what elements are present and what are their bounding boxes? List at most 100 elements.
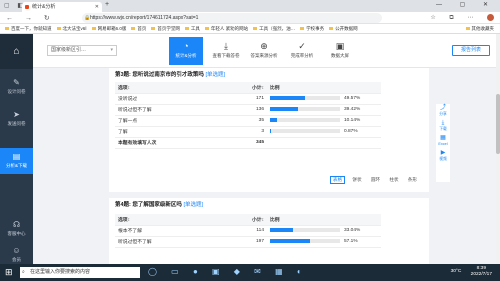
target-icon: ⊕	[260, 41, 268, 51]
lock-icon: 🔒	[84, 15, 91, 21]
app-sidebar: ⌂ ✎ 设计问卷 ➤ 发送问卷 ▤ 分析&下载 ☊ 客服中心 ☺ 会员	[0, 34, 33, 264]
browser-actions[interactable]: ☆ ⧉ ⋯	[430, 14, 494, 22]
pencil-icon: ✎	[13, 78, 20, 87]
chevron-down-icon: ▾	[110, 47, 113, 53]
option-percent: 57.1%	[344, 239, 358, 245]
option-count: 35	[245, 115, 267, 127]
excel-icon: ▦	[440, 135, 446, 141]
url-text: https://www.wjx.cn/report/174611724.aspx…	[90, 15, 199, 21]
option-label: 听说过但不了解	[115, 104, 245, 116]
bookmark-item[interactable]: 学校事务	[300, 24, 324, 33]
option-label: 了解	[115, 126, 245, 138]
percentage-bar-fill	[270, 117, 278, 122]
table-total-row: 本题有效填写人次 345	[115, 137, 381, 149]
sidebar-item-analysis[interactable]: ▤ 分析&下载	[0, 148, 33, 174]
percentage-bar-fill	[270, 106, 298, 111]
taskbar: ⊞ ⌕ 在这里输入你要搜索的内容 ◯ ▭ ● ▣ ◆ ✉ ▦ ◐ 30°C 8:…	[0, 264, 500, 281]
bookmark-item[interactable]: 首页学堂网	[151, 24, 180, 33]
weather-temp[interactable]: 30°C	[451, 269, 462, 274]
floating-toolbar: ⤴ 分享 ⤓ 下载 ▦ Excel ▶ 视频	[436, 104, 450, 182]
tool-source-analysis[interactable]: ⊕ 答案来源分析	[247, 37, 281, 65]
table-row: 了解 3 0.87%	[115, 126, 381, 138]
question-card-3: 第3题: 您听说过南京市的引才政策吗 [单选题] 选项↕ 小计↕ 比例 没听说过…	[109, 68, 429, 192]
nav-buttons[interactable]: ← → ↻	[6, 14, 55, 22]
new-tab-icon[interactable]: +	[105, 1, 109, 8]
option-count: 136	[245, 104, 267, 116]
clock[interactable]: 8:39 2022/7/17	[471, 266, 492, 278]
browser-tab-title: 统计&分析	[32, 4, 56, 10]
option-percent: 10.14%	[344, 118, 361, 124]
share-button[interactable]: ⤴ 分享	[436, 104, 450, 119]
view-table-button[interactable]: 表格	[329, 176, 346, 184]
avatar[interactable]	[487, 14, 494, 21]
chart-view-switcher: 表格 饼状 圆环 柱状 条形	[326, 176, 419, 184]
home-icon[interactable]: ⌂	[0, 34, 33, 69]
scrollbar-thumb[interactable]	[496, 94, 500, 154]
analysis-toolbar: 国家级新区引… ▾ ◔ 统计&分析 ⤓ 查看下载答卷 ⊕ 答案来源分析 ✓ 完成…	[33, 34, 500, 68]
result-table: 选项↕ 小计↕ 比例 没听说过 171 49.57% 听说过但不了解 136 39.42%…	[115, 82, 381, 149]
percentage-bar	[270, 117, 340, 122]
sidebar-item-send[interactable]: ➤ 发送问卷	[0, 106, 33, 132]
table-header: 选项↕ 小计↕ 比例	[115, 214, 381, 226]
main-content: 第3题: 您听说过南京市的引才政策吗 [单选题] 选项↕ 小计↕ 比例 没听说过…	[33, 68, 433, 264]
tool-download-answers[interactable]: ⤓ 查看下载答卷	[209, 37, 243, 65]
send-icon: ➤	[13, 110, 20, 119]
site-favicon-icon	[25, 5, 29, 9]
table-header: 选项↕ 小计↕ 比例	[115, 82, 381, 94]
option-count: 197	[245, 236, 267, 248]
excel-button[interactable]: ▦ Excel	[436, 134, 450, 149]
other-bookmarks-folder[interactable]: 其他收藏夹	[466, 24, 495, 33]
bookmark-item[interactable]: 网易邮箱6.0版	[92, 24, 127, 33]
download-icon: ⤓	[224, 41, 228, 51]
report-list-button[interactable]: 报告列表	[452, 45, 490, 56]
download-button[interactable]: ⤓ 下载	[436, 119, 450, 134]
survey-select[interactable]: 国家级新区引… ▾	[47, 45, 117, 56]
tool-statistics[interactable]: ◔ 统计&分析	[169, 37, 203, 65]
search-icon: ⌕	[22, 269, 25, 275]
browser-tab[interactable]: 统计&分析 ✕	[22, 2, 102, 12]
video-button[interactable]: ▶ 视频	[436, 149, 450, 164]
bookmark-item[interactable]: 首页	[131, 24, 146, 33]
system-tray: 30°C 8:39 2022/7/17	[451, 266, 492, 278]
bookmark-item[interactable]: 工具（强烈，油…	[253, 24, 295, 33]
check-icon: ✓	[298, 41, 306, 51]
question-card-4: 第4题: 您了解国家级新区吗 [单选题] 选项↕ 小计↕ 比例 根本不了解 114…	[109, 198, 429, 264]
bookmarks-bar: 百度一下，你就知道 北大法宝v6Ⅰ 网易邮箱6.0版 首页 首页学堂网 工具 年轻人 紧劝的…	[0, 24, 500, 34]
option-percent: 39.42%	[344, 107, 361, 113]
percentage-bar	[270, 95, 340, 100]
view-pie-button[interactable]: 饼状	[350, 177, 363, 183]
percentage-bar	[270, 238, 340, 243]
taskbar-search-input[interactable]: ⌕ 在这里输入你要搜索的内容	[20, 267, 140, 278]
bookmark-item[interactable]: 年轻人 紧劝的网站	[205, 24, 248, 33]
sidebar-item-design[interactable]: ✎ 设计问卷	[0, 74, 33, 100]
bookmark-item[interactable]: 北大法宝v6Ⅰ	[57, 24, 87, 33]
view-bar-button[interactable]: 条形	[406, 177, 419, 183]
windows-start-icon[interactable]: ⊞	[5, 267, 13, 278]
sidebar-item-support[interactable]: ☊ 客服中心	[0, 216, 33, 242]
question-title: 第4题: 您了解国家级新区吗 [单选题]	[115, 202, 204, 208]
percentage-bar	[270, 128, 340, 133]
user-icon: ☺	[12, 246, 21, 255]
option-label: 听说过但不了解	[115, 236, 245, 248]
percentage-bar	[270, 227, 340, 232]
bookmark-item[interactable]: 公开数据网	[329, 24, 358, 33]
tool-completion-rate[interactable]: ✓ 完成率分析	[285, 37, 319, 65]
option-percent: 33.04%	[344, 228, 361, 234]
bookmark-item[interactable]: 百度一下，你就知道	[5, 24, 52, 33]
pie-chart-icon: ◔	[183, 41, 189, 51]
url-field[interactable]: 🔒 https://www.wjx.cn/report/174611724.as…	[82, 13, 382, 23]
percentage-bar-fill	[270, 227, 294, 232]
view-ring-button[interactable]: 圆环	[369, 177, 382, 183]
chart-icon: ▤	[12, 152, 21, 161]
percentage-bar-fill	[270, 95, 305, 100]
window-controls[interactable]: — ▢ ✕	[436, 1, 496, 8]
tool-dashboard[interactable]: ▣ 数据大屏	[323, 37, 357, 65]
taskbar-apps[interactable]: ◯ ▭ ● ▣ ◆ ✉ ▦ ◐	[148, 267, 308, 276]
close-tab-icon[interactable]: ✕	[95, 2, 99, 12]
table-row: 了解一点 35 10.14%	[115, 115, 381, 127]
view-column-button[interactable]: 柱状	[387, 177, 400, 183]
address-bar-row: ← → ↻ 🔒 https://www.wjx.cn/report/174611…	[0, 12, 500, 24]
bookmark-item[interactable]: 工具	[185, 24, 200, 33]
percentage-bar-fill	[270, 128, 271, 133]
page-scrollbar[interactable]	[496, 34, 500, 264]
